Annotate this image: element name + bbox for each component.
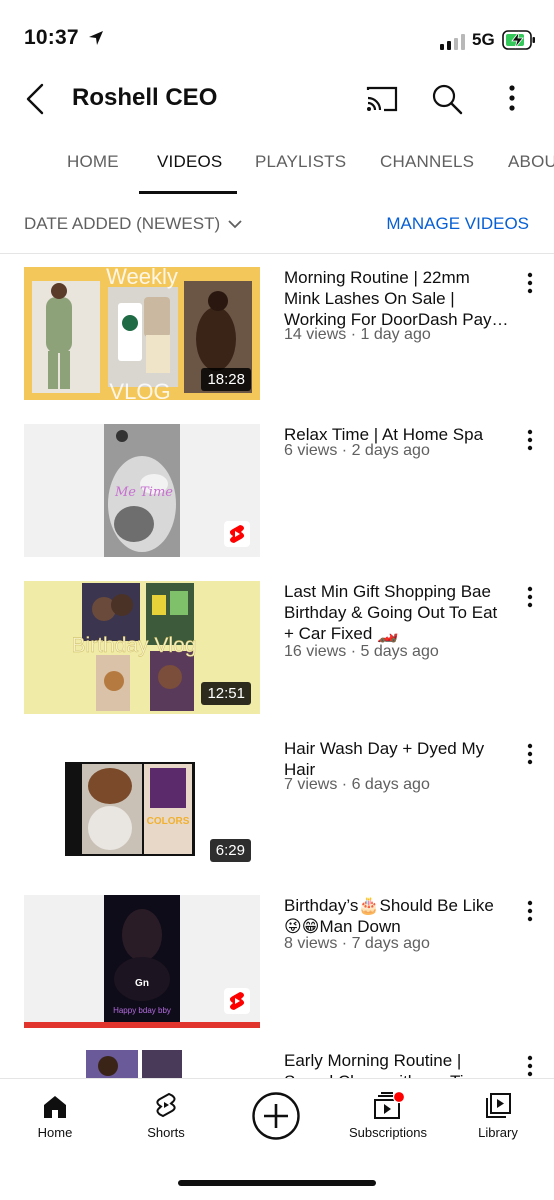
video-duration: 6:29 (209, 839, 251, 862)
video-duration: 12:51 (201, 682, 251, 705)
back-icon[interactable] (22, 82, 52, 116)
network-label: 5G (472, 30, 495, 49)
video-thumbnail[interactable]: Me Time (24, 424, 260, 557)
more-vert-icon[interactable] (520, 585, 540, 609)
status-bar: 10:37 5G (0, 0, 554, 80)
app-bar: Roshell CEO (0, 70, 554, 126)
nav-home[interactable]: Home (30, 1089, 80, 1140)
subscriptions-icon (374, 1091, 405, 1119)
signal-strength-icon (440, 34, 465, 50)
shorts-icon (224, 988, 250, 1014)
sort-label: DATE ADDED (NEWEST) (24, 214, 221, 233)
nav-shorts[interactable]: Shorts (136, 1089, 196, 1140)
manage-videos-button[interactable]: MANAGE VIDEOS (386, 214, 529, 234)
video-thumbnail[interactable]: Weekly VLOG 18:28 (24, 267, 260, 400)
thumb-text: Me Time (114, 485, 173, 500)
video-meta: 16 views · 5 days ago (284, 643, 439, 660)
home-icon (44, 1096, 66, 1118)
video-title[interactable]: Birthday’s🎂Should Be Like 😜😁Man Down (284, 895, 510, 937)
create-button[interactable] (251, 1091, 303, 1141)
video-title[interactable]: Last Min Gift Shopping Bae Birthday & Go… (284, 581, 510, 644)
video-list-item[interactable]: Birthday Vlog 12:51 Last Min Gift Shoppi… (0, 581, 554, 731)
sort-row: DATE ADDED (NEWEST) MANAGE VIDEOS (0, 196, 554, 254)
thumb-caption: Happy bday bby (113, 1006, 171, 1015)
video-list-item[interactable]: Me Time Relax Time | At Home Spa 6 views… (0, 424, 554, 574)
video-thumbnail[interactable]: Birthday Vlog 12:51 (24, 581, 260, 714)
shorts-icon (156, 1092, 176, 1118)
more-vert-icon[interactable] (520, 1054, 540, 1078)
nav-subscriptions-label: Subscriptions (348, 1125, 428, 1140)
video-list-item[interactable]: Gn Happy bday bby Birthday’s🎂Should Be L… (0, 895, 554, 1045)
video-meta: 6 views · 2 days ago (284, 442, 430, 459)
video-thumbnail[interactable]: COLORS 6:29 (24, 738, 260, 871)
thumb-text: Birthday Vlog (72, 634, 197, 657)
location-arrow-icon (89, 31, 103, 45)
nav-home-label: Home (37, 1125, 73, 1140)
video-title[interactable]: Hair Wash Day + Dyed My Hair (284, 738, 510, 780)
more-vert-icon[interactable] (520, 271, 540, 295)
cast-icon[interactable] (364, 84, 400, 114)
chevron-down-icon (228, 219, 242, 228)
video-meta: 14 views · 1 day ago (284, 326, 431, 343)
video-list-item[interactable]: Weekly VLOG 18:28 Morning Routine | 22mm… (0, 267, 554, 417)
tab-playlists[interactable]: PLAYLISTS (255, 152, 346, 172)
nav-library-label: Library (478, 1125, 518, 1140)
more-vert-icon[interactable] (520, 899, 540, 923)
more-vert-icon[interactable] (500, 82, 524, 116)
battery-charging-icon (502, 30, 535, 50)
thumb-text: COLORS (147, 816, 190, 827)
active-tab-indicator (139, 191, 237, 194)
tab-home[interactable]: HOME (67, 152, 119, 172)
more-vert-icon[interactable] (520, 428, 540, 452)
channel-tabs: HOME VIDEOS PLAYLISTS CHANNELS ABOUT (0, 138, 554, 194)
video-meta: 7 views · 6 days ago (284, 776, 430, 793)
more-vert-icon[interactable] (520, 742, 540, 766)
nav-library[interactable]: Library (472, 1089, 524, 1140)
nav-subscriptions[interactable]: Subscriptions (345, 1089, 431, 1140)
video-title[interactable]: Morning Routine | 22mm Mink Lashes On Sa… (284, 267, 510, 330)
search-icon[interactable] (430, 82, 464, 116)
tab-channels[interactable]: CHANNELS (380, 152, 474, 172)
thumb-text: Gn (135, 978, 149, 989)
status-time: 10:37 (24, 26, 79, 49)
video-list-item[interactable]: COLORS 6:29 Hair Wash Day + Dyed My Hair… (0, 738, 554, 888)
video-meta: 8 views · 7 days ago (284, 935, 430, 952)
tab-about[interactable]: ABOUT (508, 152, 554, 172)
video-thumbnail[interactable]: Gn Happy bday bby (24, 895, 260, 1028)
channel-title: Roshell CEO (72, 84, 218, 111)
nav-shorts-label: Shorts (147, 1125, 185, 1140)
video-duration: 18:28 (201, 368, 251, 391)
sort-dropdown[interactable]: DATE ADDED (NEWEST) (24, 214, 242, 234)
thumb-text-vlog: VLOG (109, 379, 170, 400)
thumb-text-weekly: Weekly (106, 267, 178, 289)
library-icon (486, 1093, 511, 1118)
shorts-icon (224, 521, 250, 547)
tab-videos[interactable]: VIDEOS (157, 152, 222, 172)
home-indicator (178, 1180, 376, 1186)
create-icon (252, 1092, 300, 1140)
